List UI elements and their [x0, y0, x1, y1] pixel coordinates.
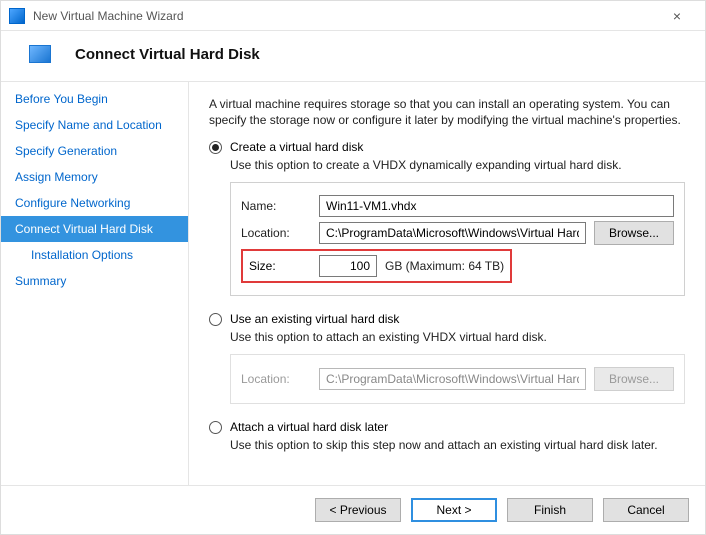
create-vhd-form: Name: Location: Browse... Size: GB (Maxi… [230, 182, 685, 296]
use-existing-desc: Use this option to attach an existing VH… [230, 330, 685, 344]
size-label: Size: [249, 259, 311, 273]
use-existing-form: Location: Browse... [230, 354, 685, 404]
step-installation-options[interactable]: Installation Options [1, 242, 188, 268]
size-input[interactable] [319, 255, 377, 277]
page-title: Connect Virtual Hard Disk [75, 46, 260, 63]
cancel-button[interactable]: Cancel [603, 498, 689, 522]
wizard-step-list: Before You Begin Specify Name and Locati… [1, 82, 189, 485]
titlebar: New Virtual Machine Wizard × [1, 1, 705, 31]
wizard-icon [29, 45, 51, 63]
size-suffix: GB (Maximum: 64 TB) [385, 259, 504, 273]
step-summary[interactable]: Summary [1, 268, 188, 294]
location-label: Location: [241, 226, 311, 240]
step-specify-name-location[interactable]: Specify Name and Location [1, 112, 188, 138]
window-icon [9, 8, 25, 24]
step-specify-generation[interactable]: Specify Generation [1, 138, 188, 164]
radio-attach-later[interactable] [209, 421, 222, 434]
close-icon[interactable]: × [657, 8, 697, 24]
name-label: Name: [241, 199, 311, 213]
option-use-existing: Use an existing virtual hard disk Use th… [209, 312, 685, 404]
radio-create-vhd[interactable] [209, 141, 222, 154]
option-create-vhd: Create a virtual hard disk Use this opti… [209, 140, 685, 296]
radio-attach-later-label: Attach a virtual hard disk later [230, 420, 388, 434]
step-before-you-begin[interactable]: Before You Begin [1, 86, 188, 112]
intro-text: A virtual machine requires storage so th… [209, 96, 685, 128]
wizard-footer: < Previous Next > Finish Cancel [1, 485, 705, 534]
size-highlight: Size: GB (Maximum: 64 TB) [241, 249, 512, 283]
step-configure-networking[interactable]: Configure Networking [1, 190, 188, 216]
wizard-content: A virtual machine requires storage so th… [189, 82, 705, 485]
step-assign-memory[interactable]: Assign Memory [1, 164, 188, 190]
location-input[interactable] [319, 222, 586, 244]
existing-browse-button: Browse... [594, 367, 674, 391]
existing-location-input [319, 368, 586, 390]
window-title: New Virtual Machine Wizard [33, 9, 657, 23]
create-vhd-desc: Use this option to create a VHDX dynamic… [230, 158, 685, 172]
page-header: Connect Virtual Hard Disk [1, 31, 705, 81]
existing-location-label: Location: [241, 372, 311, 386]
option-attach-later: Attach a virtual hard disk later Use thi… [209, 420, 685, 452]
finish-button[interactable]: Finish [507, 498, 593, 522]
next-button[interactable]: Next > [411, 498, 497, 522]
name-input[interactable] [319, 195, 674, 217]
radio-use-existing-label: Use an existing virtual hard disk [230, 312, 399, 326]
step-connect-virtual-hard-disk[interactable]: Connect Virtual Hard Disk [1, 216, 188, 242]
browse-button[interactable]: Browse... [594, 221, 674, 245]
radio-use-existing[interactable] [209, 313, 222, 326]
previous-button[interactable]: < Previous [315, 498, 401, 522]
attach-later-desc: Use this option to skip this step now an… [230, 438, 685, 452]
radio-create-vhd-label: Create a virtual hard disk [230, 140, 363, 154]
